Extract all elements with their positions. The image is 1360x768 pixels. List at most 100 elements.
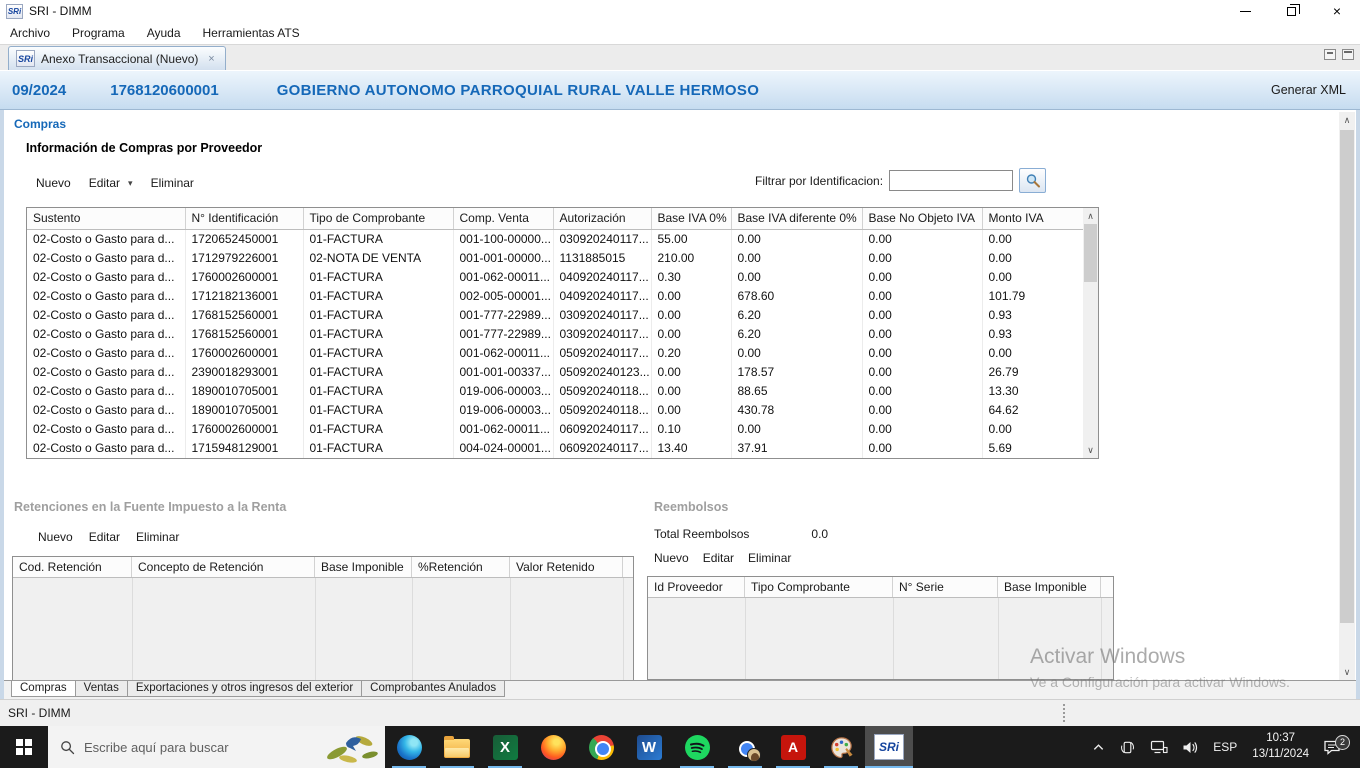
retenciones-nuevo-button[interactable]: Nuevo [38, 530, 73, 544]
retenciones-eliminar-button[interactable]: Eliminar [136, 530, 179, 544]
table-cell: 678.60 [731, 286, 863, 306]
compras-table-container: Sustento N° Identificación Tipo de Comprob… [26, 207, 1099, 459]
taskbar-search[interactable] [48, 726, 385, 768]
main-scroll-up-icon[interactable]: ∧ [1339, 112, 1355, 128]
column-header[interactable]: Base Imponible [315, 557, 412, 577]
taskbar-spotify[interactable] [673, 726, 721, 768]
table-cell: 01-FACTURA [303, 324, 454, 344]
tab-anexo-transaccional[interactable]: SRi Anexo Transaccional (Nuevo) × [8, 46, 227, 70]
column-header[interactable]: N° Serie [893, 577, 998, 597]
maximize-button[interactable] [1268, 0, 1314, 22]
scroll-down-icon[interactable]: ∨ [1083, 442, 1098, 458]
menu-archivo[interactable]: Archivo [10, 26, 50, 40]
column-header[interactable]: Base Imponible [998, 577, 1101, 597]
column-header[interactable]: N° Identificación [185, 208, 304, 230]
start-button[interactable] [0, 726, 48, 768]
column-header[interactable]: Sustento [27, 208, 186, 230]
clock[interactable]: 10:37 13/11/2024 [1244, 731, 1317, 762]
table-row[interactable]: 02-Costo o Gasto para d... 1760002600001 0… [27, 343, 1083, 363]
column-header[interactable]: Tipo de Comprobante [303, 208, 454, 230]
tab-comprobantes-anulados[interactable]: Comprobantes Anulados [361, 681, 506, 697]
column-header[interactable]: Comp. Venta [453, 208, 554, 230]
tab-compras[interactable]: Compras [11, 681, 76, 697]
generar-xml-button[interactable]: Generar XML [1271, 83, 1346, 97]
filter-input[interactable] [889, 170, 1014, 191]
taskbar-paint[interactable] [817, 726, 865, 768]
table-row[interactable]: 02-Costo o Gasto para d... 1890010705001 0… [27, 381, 1083, 401]
retenciones-editar-button[interactable]: Editar [89, 530, 120, 544]
main-scroll-thumb[interactable] [1340, 130, 1354, 624]
network-icon[interactable] [1143, 726, 1175, 768]
tray-chevron-up-icon[interactable] [1085, 726, 1112, 768]
column-header[interactable]: Base No Objeto IVA [862, 208, 983, 230]
taskbar-word[interactable]: W [625, 726, 673, 768]
main-scroll-down-icon[interactable]: ∨ [1339, 664, 1355, 680]
minimize-pane-icon[interactable] [1324, 49, 1336, 60]
table-cell: 02-Costo o Gasto para d... [27, 381, 186, 401]
table-row[interactable]: 02-Costo o Gasto para d... 1712182136001 0… [27, 286, 1083, 306]
column-header[interactable]: Cod. Retención [13, 557, 132, 577]
taskbar-acrobat[interactable]: A [769, 726, 817, 768]
scroll-thumb[interactable] [1084, 224, 1097, 282]
taskbar-sri-dimm[interactable]: SRi [865, 726, 913, 768]
table-row[interactable]: 02-Costo o Gasto para d... 2390018293001 0… [27, 362, 1083, 382]
column-header[interactable]: Monto IVA [982, 208, 1083, 230]
tablet-mode-icon[interactable] [1112, 726, 1143, 768]
reembolsos-editar-button[interactable]: Editar [703, 551, 734, 565]
table-row[interactable]: 02-Costo o Gasto para d... 1760002600001 0… [27, 419, 1083, 439]
notification-center-button[interactable]: 2 [1317, 734, 1352, 756]
table-cell: 050920240117... [553, 343, 652, 363]
table-cell: 0.00 [731, 343, 863, 363]
main-scrollbar[interactable]: ∧ ∨ [1339, 112, 1355, 680]
table-row[interactable]: 02-Costo o Gasto para d... 1712979226001 0… [27, 248, 1083, 268]
table-row[interactable]: 02-Costo o Gasto para d... 1720652450001 0… [27, 229, 1083, 249]
eliminar-button[interactable]: Eliminar [151, 176, 194, 190]
menu-programa[interactable]: Programa [72, 26, 125, 40]
table-cell: 019-006-00003... [453, 381, 554, 401]
taskbar-firefox[interactable] [529, 726, 577, 768]
clock-time: 10:37 [1266, 732, 1296, 745]
menu-herramientas-ats[interactable]: Herramientas ATS [203, 26, 300, 40]
column-header[interactable]: Autorización [553, 208, 652, 230]
file-explorer-icon [444, 736, 470, 758]
taskbar-chrome[interactable] [577, 726, 625, 768]
nuevo-button[interactable]: Nuevo [36, 176, 71, 190]
table-row[interactable]: 02-Costo o Gasto para d... 1760002600001 0… [27, 267, 1083, 287]
minimize-button[interactable] [1222, 0, 1268, 22]
taskbar-chrome-profile[interactable] [721, 726, 769, 768]
volume-icon[interactable] [1175, 726, 1206, 768]
tab-close-icon[interactable]: × [204, 52, 218, 66]
table-cell: 050920240118... [553, 400, 652, 420]
compras-table-scrollbar[interactable]: ∧ ∨ [1083, 208, 1098, 458]
table-row[interactable]: 02-Costo o Gasto para d... 1715948129001 0… [27, 438, 1083, 458]
column-header[interactable]: Base IVA 0% [651, 208, 732, 230]
column-header[interactable]: Base IVA diferente 0% [731, 208, 863, 230]
maximize-pane-icon[interactable] [1342, 49, 1354, 60]
table-row[interactable]: 02-Costo o Gasto para d... 1768152560001 0… [27, 305, 1083, 325]
menu-ayuda[interactable]: Ayuda [147, 26, 181, 40]
language-indicator[interactable]: ESP [1206, 726, 1244, 768]
editar-dropdown-icon[interactable]: ▾ [128, 178, 133, 189]
close-button[interactable]: × [1314, 0, 1360, 22]
column-header[interactable]: Concepto de Retención [132, 557, 315, 577]
table-cell: 0.00 [862, 229, 983, 249]
search-input[interactable] [84, 739, 274, 755]
column-header[interactable]: Valor Retenido [510, 557, 623, 577]
reembolsos-eliminar-button[interactable]: Eliminar [748, 551, 791, 565]
scroll-up-icon[interactable]: ∧ [1083, 208, 1098, 224]
column-header[interactable]: %Retención [412, 557, 510, 577]
reembolsos-nuevo-button[interactable]: Nuevo [654, 551, 689, 565]
filter-search-button[interactable] [1019, 168, 1047, 193]
filter-row: Filtrar por Identificacion: [755, 168, 1047, 193]
taskbar-edge[interactable] [385, 726, 433, 768]
editar-button[interactable]: Editar [89, 176, 120, 190]
table-row[interactable]: 02-Costo o Gasto para d... 1890010705001 0… [27, 400, 1083, 420]
taskbar-file-explorer[interactable] [433, 726, 481, 768]
column-header[interactable]: Tipo Comprobante [745, 577, 893, 597]
taskbar-excel[interactable]: X [481, 726, 529, 768]
tab-exportaciones[interactable]: Exportaciones y otros ingresos del exter… [126, 681, 363, 697]
column-header[interactable]: Id Proveedor [648, 577, 745, 597]
table-row[interactable]: 02-Costo o Gasto para d... 1768152560001 0… [27, 324, 1083, 344]
tab-ventas[interactable]: Ventas [74, 681, 128, 697]
table-cell: 6.20 [731, 305, 863, 325]
